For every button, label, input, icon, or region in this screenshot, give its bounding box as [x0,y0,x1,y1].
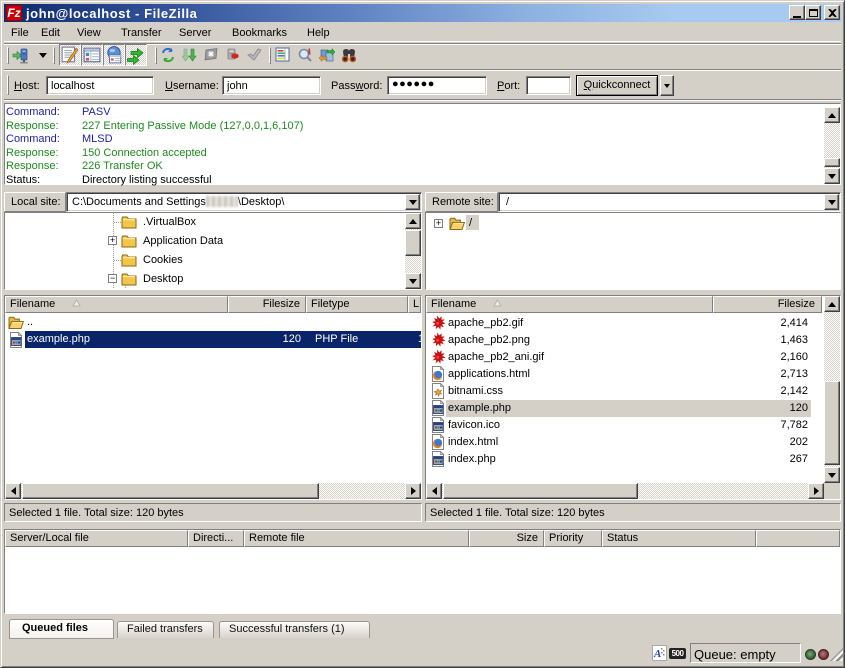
svg-text:A: A [653,648,661,660]
